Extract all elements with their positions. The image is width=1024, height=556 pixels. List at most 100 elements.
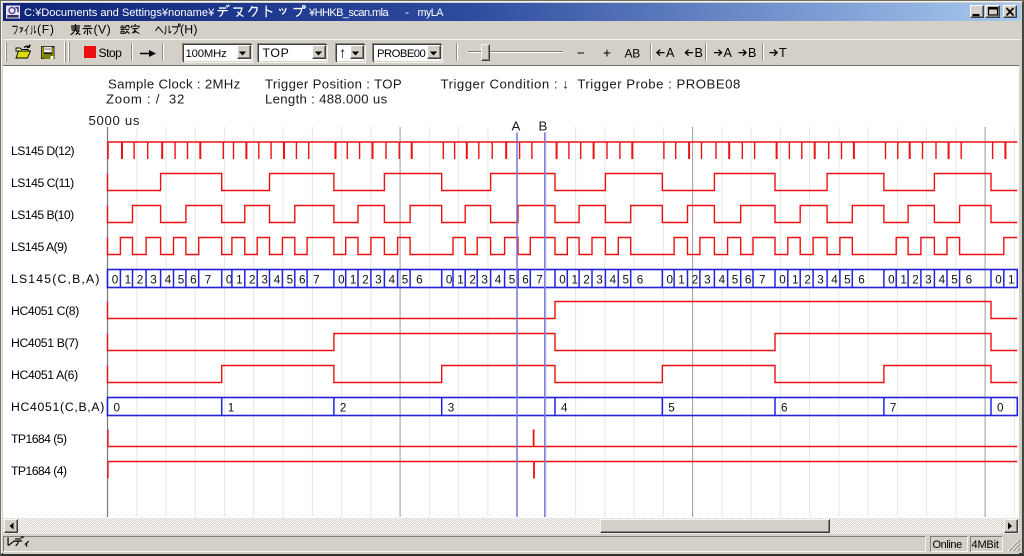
svg-text:6: 6 bbox=[416, 274, 423, 287]
svg-text:1: 1 bbox=[125, 274, 132, 287]
svg-text:0: 0 bbox=[779, 274, 786, 287]
svg-text:A: A bbox=[724, 46, 733, 60]
svg-text:0: 0 bbox=[667, 274, 674, 287]
svg-text:5: 5 bbox=[402, 274, 409, 287]
svg-text:(F): (F) bbox=[37, 23, 55, 37]
svg-text:2: 2 bbox=[804, 274, 811, 287]
svg-text:HC4051 C(8): HC4051 C(8) bbox=[11, 304, 79, 318]
svg-text:6: 6 bbox=[637, 274, 644, 287]
svg-text:-: - bbox=[405, 5, 409, 19]
svg-text:Trigger Position : TOP: Trigger Position : TOP bbox=[265, 77, 402, 92]
svg-text:4: 4 bbox=[274, 274, 281, 287]
svg-text:6: 6 bbox=[190, 274, 197, 287]
svg-text:7: 7 bbox=[536, 274, 543, 287]
svg-text:2: 2 bbox=[583, 274, 590, 287]
svg-text:6: 6 bbox=[966, 274, 973, 287]
svg-text:HC4051 A(6): HC4051 A(6) bbox=[11, 368, 78, 382]
svg-text:2: 2 bbox=[340, 402, 347, 415]
svg-text:TP1684 (4): TP1684 (4) bbox=[11, 464, 67, 478]
svg-text:0: 0 bbox=[559, 274, 566, 287]
svg-text:↑: ↑ bbox=[339, 46, 346, 62]
svg-text:5: 5 bbox=[178, 274, 185, 287]
svg-text:6: 6 bbox=[522, 274, 529, 287]
svg-text:5: 5 bbox=[623, 274, 630, 287]
svg-text:4: 4 bbox=[939, 274, 946, 287]
svg-text:0: 0 bbox=[338, 274, 345, 287]
svg-text:5: 5 bbox=[287, 274, 294, 287]
svg-text:2: 2 bbox=[362, 274, 369, 287]
svg-text:1: 1 bbox=[678, 274, 685, 287]
svg-text:2: 2 bbox=[692, 274, 699, 287]
svg-text:1: 1 bbox=[572, 274, 579, 287]
svg-text:2: 2 bbox=[469, 274, 476, 287]
svg-text:5: 5 bbox=[668, 402, 675, 415]
svg-text:4: 4 bbox=[495, 274, 502, 287]
svg-text:LS145 C(11): LS145 C(11) bbox=[11, 176, 74, 190]
svg-text:5: 5 bbox=[951, 274, 958, 287]
svg-text:HC4051 B(7): HC4051 B(7) bbox=[11, 336, 79, 350]
svg-text:3: 3 bbox=[448, 402, 455, 415]
svg-text:1: 1 bbox=[900, 274, 907, 287]
svg-text:3: 3 bbox=[925, 274, 932, 287]
svg-text:B: B bbox=[695, 46, 703, 60]
svg-text:HC4051(C,B,A): HC4051(C,B,A) bbox=[11, 400, 105, 414]
svg-text:1: 1 bbox=[350, 274, 357, 287]
svg-text:Stop: Stop bbox=[99, 46, 123, 60]
svg-text:7: 7 bbox=[759, 274, 766, 287]
svg-text:(V): (V) bbox=[94, 23, 112, 37]
svg-text:4MBit: 4MBit bbox=[972, 539, 999, 551]
svg-text:Length : 488.000 us: Length : 488.000 us bbox=[265, 92, 388, 107]
svg-text:4: 4 bbox=[389, 274, 396, 287]
svg-text:5: 5 bbox=[509, 274, 516, 287]
svg-text:2: 2 bbox=[137, 274, 144, 287]
svg-text:TP1684 (5): TP1684 (5) bbox=[11, 432, 67, 446]
svg-text:0: 0 bbox=[888, 274, 895, 287]
svg-text:+: + bbox=[603, 46, 611, 61]
svg-text:PROBE00: PROBE00 bbox=[377, 48, 426, 60]
svg-text:A: A bbox=[666, 46, 675, 60]
svg-text:3: 3 bbox=[596, 274, 603, 287]
svg-text:1: 1 bbox=[792, 274, 799, 287]
svg-text:3: 3 bbox=[704, 274, 711, 287]
svg-text:2: 2 bbox=[912, 274, 919, 287]
svg-text:1: 1 bbox=[228, 402, 235, 415]
svg-text:1: 1 bbox=[236, 274, 243, 287]
svg-text:4: 4 bbox=[719, 274, 726, 287]
svg-text:5: 5 bbox=[844, 274, 851, 287]
svg-text:6: 6 bbox=[858, 274, 865, 287]
svg-text:6: 6 bbox=[299, 274, 306, 287]
svg-text:A: A bbox=[512, 119, 521, 134]
svg-text:0: 0 bbox=[997, 402, 1004, 415]
svg-text:0: 0 bbox=[112, 274, 119, 287]
svg-text:myLA: myLA bbox=[418, 7, 445, 19]
svg-text:−: − bbox=[577, 46, 585, 61]
svg-text:3: 3 bbox=[481, 274, 488, 287]
svg-text:C:¥Documents and Settings¥nona: C:¥Documents and Settings¥noname¥ bbox=[24, 7, 215, 19]
svg-text:2: 2 bbox=[249, 274, 256, 287]
svg-text:6: 6 bbox=[745, 274, 752, 287]
svg-text:AB: AB bbox=[625, 47, 641, 61]
svg-text:1: 1 bbox=[457, 274, 464, 287]
svg-text:4: 4 bbox=[561, 402, 568, 415]
svg-text:7: 7 bbox=[205, 274, 212, 287]
svg-text:0: 0 bbox=[114, 402, 121, 415]
svg-text:3: 3 bbox=[375, 274, 382, 287]
svg-text:TOP: TOP bbox=[263, 46, 290, 60]
svg-text:4: 4 bbox=[831, 274, 838, 287]
svg-text:3: 3 bbox=[261, 274, 268, 287]
svg-text:1: 1 bbox=[1008, 274, 1015, 287]
svg-text:LS145(C,B,A): LS145(C,B,A) bbox=[11, 272, 101, 286]
svg-text:Trigger Condition : ↓ Trigger: Trigger Condition : ↓ Trigger Probe : PR… bbox=[441, 77, 741, 92]
svg-text:7: 7 bbox=[313, 274, 320, 287]
svg-text:3: 3 bbox=[150, 274, 157, 287]
svg-text:4: 4 bbox=[610, 274, 617, 287]
svg-text:3: 3 bbox=[817, 274, 824, 287]
svg-text:0: 0 bbox=[446, 274, 453, 287]
svg-text:0: 0 bbox=[995, 274, 1002, 287]
svg-text:100MHz: 100MHz bbox=[186, 48, 228, 60]
svg-text:¥HHKB_scan.mla: ¥HHKB_scan.mla bbox=[308, 7, 390, 19]
svg-text:5: 5 bbox=[732, 274, 739, 287]
svg-text:B: B bbox=[748, 46, 756, 60]
svg-text:4: 4 bbox=[165, 274, 172, 287]
svg-text:B: B bbox=[539, 119, 548, 134]
